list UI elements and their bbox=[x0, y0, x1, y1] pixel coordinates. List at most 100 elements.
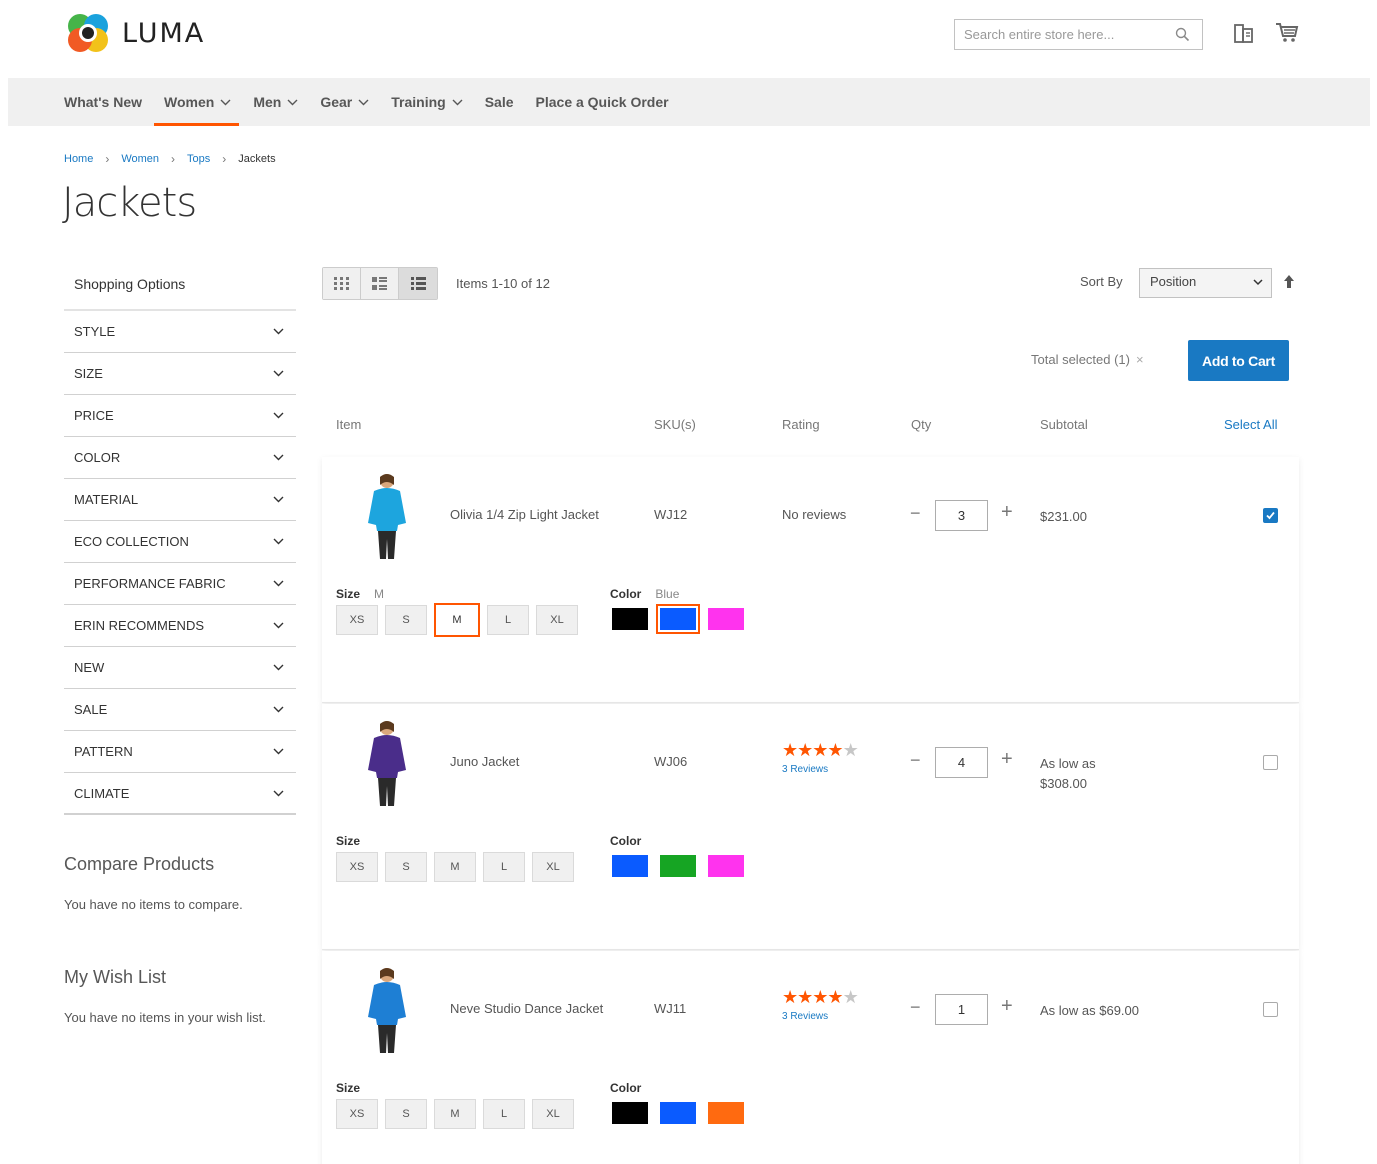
color-swatch[interactable] bbox=[708, 608, 744, 630]
grid-view-button[interactable] bbox=[323, 268, 361, 299]
chevron-down-icon bbox=[273, 496, 284, 503]
product-image[interactable] bbox=[352, 718, 422, 808]
size-swatch-l[interactable]: L bbox=[487, 605, 529, 635]
star-icon: ★ bbox=[842, 740, 859, 760]
size-swatch-xs[interactable]: XS bbox=[336, 852, 378, 882]
breadcrumb-current: Jackets bbox=[238, 153, 276, 165]
nav-item-training[interactable]: Training bbox=[391, 78, 463, 126]
filter-pattern[interactable]: PATTERN bbox=[64, 731, 296, 773]
size-swatch-s[interactable]: S bbox=[385, 605, 427, 635]
size-swatch-s[interactable]: S bbox=[385, 1099, 427, 1129]
breadcrumb-home[interactable]: Home bbox=[64, 153, 93, 165]
filter-label: COLOR bbox=[74, 450, 121, 465]
breadcrumb-tops[interactable]: Tops bbox=[187, 153, 210, 165]
toolbar-amount: Items 1-10 of 12 bbox=[456, 276, 550, 291]
brand-name: LUMA bbox=[122, 17, 206, 49]
breadcrumb-women[interactable]: Women bbox=[121, 153, 159, 165]
nav-item-place-a-quick-order[interactable]: Place a Quick Order bbox=[536, 78, 669, 126]
select-checkbox[interactable] bbox=[1263, 1002, 1278, 1017]
chevron-down-icon bbox=[273, 538, 284, 545]
color-swatch[interactable] bbox=[612, 608, 648, 630]
filter-performance-fabric[interactable]: PERFORMANCE FABRIC bbox=[64, 563, 296, 605]
size-swatch-m[interactable]: M bbox=[434, 1099, 476, 1129]
size-swatch-l[interactable]: L bbox=[483, 1099, 525, 1129]
cart-icon[interactable] bbox=[1274, 20, 1300, 44]
size-swatch-xl[interactable]: XL bbox=[536, 605, 578, 635]
product-name-link[interactable]: Olivia 1/4 Zip Light Jacket bbox=[450, 507, 599, 522]
nav-item-what-s-new[interactable]: What's New bbox=[64, 78, 142, 126]
product-name-link[interactable]: Juno Jacket bbox=[450, 754, 519, 769]
list-view-button[interactable] bbox=[361, 268, 399, 299]
filter-color[interactable]: COLOR bbox=[64, 437, 296, 479]
product-sku: WJ12 bbox=[654, 507, 688, 522]
filter-climate[interactable]: CLIMATE bbox=[64, 773, 296, 815]
color-swatch[interactable] bbox=[612, 1102, 648, 1124]
color-swatch[interactable] bbox=[660, 855, 696, 877]
filter-size[interactable]: SIZE bbox=[64, 353, 296, 395]
nav-item-label: Gear bbox=[320, 93, 353, 110]
select-checkbox[interactable] bbox=[1263, 508, 1278, 523]
size-swatch-xl[interactable]: XL bbox=[532, 852, 574, 882]
filter-material[interactable]: MATERIAL bbox=[64, 479, 296, 521]
size-swatch-s[interactable]: S bbox=[385, 852, 427, 882]
store-logo[interactable]: LUMA bbox=[64, 10, 205, 56]
search-box bbox=[954, 19, 1203, 50]
filter-price[interactable]: PRICE bbox=[64, 395, 296, 437]
color-swatch[interactable] bbox=[656, 604, 700, 634]
qty-input[interactable] bbox=[935, 994, 988, 1025]
filter-new[interactable]: NEW bbox=[64, 647, 296, 689]
size-swatch-xs[interactable]: XS bbox=[336, 1099, 378, 1129]
filter-sale[interactable]: SALE bbox=[64, 689, 296, 731]
color-swatch[interactable] bbox=[708, 855, 744, 877]
color-swatches bbox=[612, 1102, 756, 1124]
qty-increase-button[interactable]: + bbox=[1001, 748, 1013, 771]
color-swatch[interactable] bbox=[612, 855, 648, 877]
add-to-cart-button[interactable]: Add to Cart bbox=[1188, 340, 1289, 381]
filter-erin-recommends[interactable]: ERIN RECOMMENDS bbox=[64, 605, 296, 647]
clear-selection-icon[interactable]: × bbox=[1136, 352, 1144, 367]
product-image[interactable] bbox=[352, 471, 422, 561]
select-checkbox[interactable] bbox=[1263, 755, 1278, 770]
search-icon[interactable] bbox=[1175, 27, 1190, 42]
qty-decrease-button[interactable]: − bbox=[910, 997, 921, 1018]
list-icon bbox=[372, 277, 387, 290]
reviews-link[interactable]: 3 Reviews bbox=[782, 1011, 828, 1022]
chevron-down-icon bbox=[273, 370, 284, 377]
filter-style[interactable]: STYLE bbox=[64, 311, 296, 353]
filter-label: SIZE bbox=[74, 366, 103, 381]
compare-icon[interactable] bbox=[1232, 22, 1256, 46]
size-swatch-m[interactable]: M bbox=[434, 852, 476, 882]
size-swatch-l[interactable]: L bbox=[483, 852, 525, 882]
table-list-icon bbox=[410, 277, 426, 290]
size-swatches: XS S M L XL bbox=[336, 603, 585, 637]
reviews-link[interactable]: 3 Reviews bbox=[782, 764, 828, 775]
color-selected-value: Blue bbox=[655, 587, 680, 601]
product-image[interactable] bbox=[352, 965, 422, 1055]
wishlist-title: My Wish List bbox=[64, 967, 167, 987]
color-swatch[interactable] bbox=[708, 1102, 744, 1124]
qty-increase-button[interactable]: + bbox=[1001, 995, 1013, 1018]
table-view-button[interactable] bbox=[399, 268, 437, 299]
search-input[interactable] bbox=[955, 20, 1165, 49]
qty-decrease-button[interactable]: − bbox=[910, 750, 921, 771]
sort-direction-arrow-icon[interactable] bbox=[1283, 274, 1295, 289]
column-header-rating: Rating bbox=[782, 417, 820, 432]
nav-item-men[interactable]: Men bbox=[253, 78, 298, 126]
qty-increase-button[interactable]: + bbox=[1001, 501, 1013, 524]
product-name-link[interactable]: Neve Studio Dance Jacket bbox=[450, 1001, 603, 1016]
filter-eco-collection[interactable]: ECO COLLECTION bbox=[64, 521, 296, 563]
compare-title: Compare Products bbox=[64, 854, 215, 874]
select-all-link[interactable]: Select All bbox=[1224, 417, 1277, 432]
sort-by-select[interactable]: Position bbox=[1139, 268, 1272, 298]
nav-item-sale[interactable]: Sale bbox=[485, 78, 514, 126]
product-subtotal: $231.00 bbox=[1040, 507, 1087, 527]
qty-input[interactable] bbox=[935, 500, 988, 531]
size-swatch-m[interactable]: M bbox=[434, 603, 480, 637]
color-swatch[interactable] bbox=[660, 1102, 696, 1124]
qty-input[interactable] bbox=[935, 747, 988, 778]
size-swatch-xl[interactable]: XL bbox=[532, 1099, 574, 1129]
size-swatch-xs[interactable]: XS bbox=[336, 605, 378, 635]
qty-decrease-button[interactable]: − bbox=[910, 503, 921, 524]
nav-item-gear[interactable]: Gear bbox=[320, 78, 369, 126]
nav-item-women[interactable]: Women bbox=[153, 78, 240, 126]
